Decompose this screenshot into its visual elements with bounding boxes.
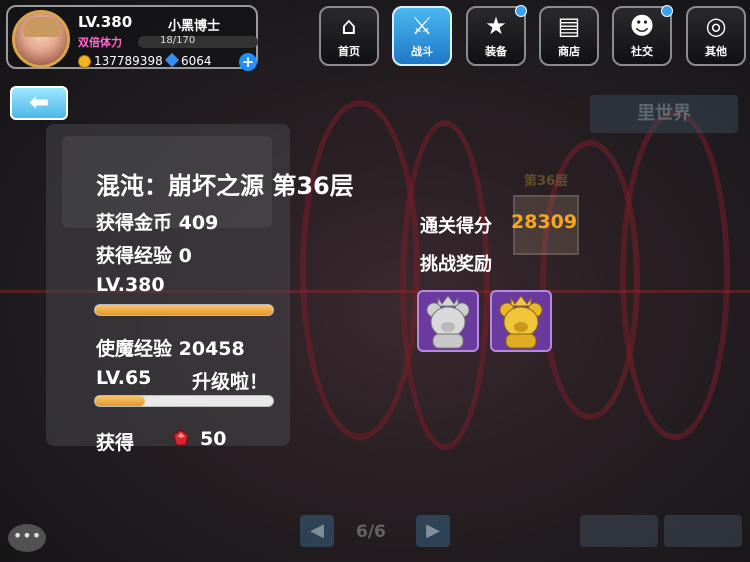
diamond-icon: [164, 52, 180, 68]
background-ring: [400, 120, 490, 450]
chat-icon[interactable]: •••: [8, 524, 46, 552]
obtain-value: 50: [200, 428, 227, 450]
background-ring: [620, 110, 730, 440]
gold-label: 获得金币: [96, 212, 173, 234]
nav-home-button[interactable]: ⌂ 首页: [319, 6, 379, 66]
exp-value: 0: [178, 245, 192, 267]
pet-exp-bar-fill: [95, 396, 145, 406]
score-label: 通关得分: [420, 216, 492, 237]
pager-text: 6/6: [356, 522, 386, 542]
player-level-result: LV.380: [96, 274, 165, 296]
diamond-count: 6064: [181, 54, 212, 68]
nav-other-button[interactable]: ◎ 其他: [686, 6, 746, 66]
exp-label: 获得经验: [96, 245, 173, 267]
pet-exp-bar: [94, 395, 274, 407]
stamina-bar: [138, 36, 258, 48]
pager-next-button[interactable]: ▶: [416, 515, 450, 547]
score-value: 28309: [511, 211, 578, 233]
stamina-label: 双倍体力: [78, 36, 122, 49]
nav-battle-button[interactable]: ⚔ 战斗: [392, 6, 452, 66]
nav-other-label: 其他: [705, 45, 727, 58]
player-exp-bar-fill: [95, 305, 273, 315]
player-exp-bar: [94, 304, 274, 316]
nav-social-button[interactable]: ☻ 社交: [612, 5, 673, 66]
notification-dot: [515, 5, 527, 17]
nav-shop-label: 商店: [558, 45, 580, 58]
nav-social-label: 社交: [631, 45, 653, 58]
reward-item-silver-bear[interactable]: [417, 290, 479, 352]
background-label: 里世界: [590, 95, 738, 133]
player-info-box[interactable]: LV.380 小黑博士 双倍体力 18/170 137789398 6064 +: [6, 5, 258, 71]
background-bottom-button[interactable]: [580, 515, 658, 547]
stage-title: 混沌：崩坏之源 第36层: [96, 172, 354, 200]
shop-icon: ▤: [557, 12, 581, 40]
battle-icon: ⚔: [411, 12, 433, 40]
arrow-left-icon: ⬅: [28, 88, 50, 116]
gold-row: 获得金币 409: [96, 208, 218, 235]
silver-bear-icon: [426, 295, 470, 349]
gold-bear-icon: [499, 295, 543, 349]
pet-exp-label: 使魔经验: [96, 338, 173, 360]
home-icon: ⌂: [341, 12, 357, 40]
back-button[interactable]: ⬅: [10, 86, 68, 120]
pager-prev-button[interactable]: ◀: [300, 515, 334, 547]
background-stage-card-label: 第36层: [523, 174, 569, 189]
player-name: 小黑博士: [168, 19, 221, 34]
gold-value: 409: [178, 212, 219, 234]
nav-equipment-label: 装备: [485, 45, 507, 58]
pet-level: LV.65: [96, 367, 152, 389]
add-currency-button[interactable]: +: [239, 53, 257, 71]
pet-exp-value: 20458: [178, 338, 245, 360]
notification-dot: [661, 5, 673, 17]
equipment-icon: ★: [485, 12, 507, 40]
nav-home-label: 首页: [338, 45, 360, 58]
coin-icon: [78, 55, 91, 68]
stamina-value: 18/170: [160, 35, 196, 46]
other-icon: ◎: [705, 12, 727, 40]
player-level: LV.380: [78, 13, 133, 31]
nav-equipment-button[interactable]: ★ 装备: [466, 5, 527, 66]
red-gem-icon: [173, 429, 189, 446]
nav-battle-label: 战斗: [411, 45, 433, 58]
obtain-label: 获得: [96, 432, 135, 454]
nav-shop-button[interactable]: ▤ 商店: [539, 6, 599, 66]
player-avatar[interactable]: [12, 10, 70, 68]
reward-item-gold-bear[interactable]: [490, 290, 552, 352]
background-bottom-button[interactable]: [664, 515, 742, 547]
exp-row: 获得经验 0: [96, 241, 192, 268]
coin-count: 137789398: [94, 54, 163, 68]
reward-label: 挑战奖励: [420, 254, 492, 275]
pet-exp-row: 使魔经验 20458: [96, 334, 245, 361]
social-icon: ☻: [629, 12, 655, 40]
level-up-text: 升级啦！: [192, 371, 269, 393]
